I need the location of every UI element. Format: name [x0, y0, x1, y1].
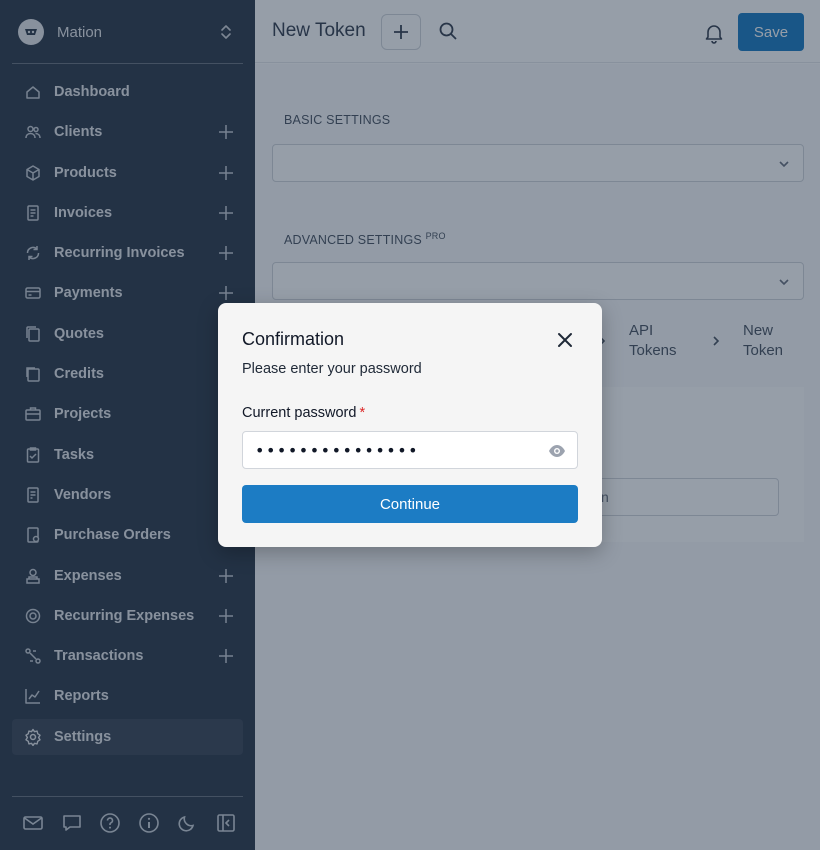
confirmation-dialog: Confirmation Please enter your password … [218, 303, 602, 547]
password-input[interactable] [243, 432, 533, 468]
password-label-text: Current password [242, 405, 357, 421]
password-field [242, 431, 578, 469]
close-icon[interactable] [555, 330, 575, 350]
dialog-title: Confirmation [242, 329, 345, 349]
required-mark: * [359, 405, 366, 421]
dialog-subtitle: Please enter your password [242, 361, 422, 377]
continue-button[interactable]: Continue [242, 485, 578, 523]
eye-icon[interactable] [548, 442, 566, 460]
password-label: Current password * [242, 405, 365, 421]
